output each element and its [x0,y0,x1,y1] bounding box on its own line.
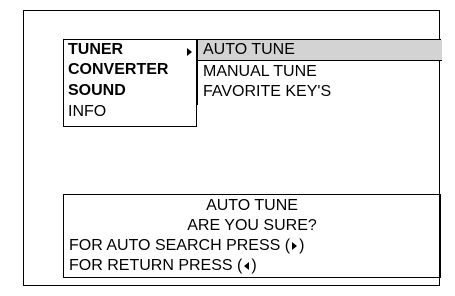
menu-item-label: CONVERTER [68,61,169,78]
submenu-item-manual-tune[interactable]: MANUAL TUNE [203,62,317,82]
menu-item-label: SOUND [68,82,126,99]
dialog-title: AUTO TUNE [206,197,298,214]
submenu-item-label: MANUAL TUNE [203,63,317,80]
menu-item-tuner[interactable]: TUNER [68,40,123,60]
auto-search-instruction: FOR AUTO SEARCH PRESS () [69,236,304,256]
submenu-item-auto-tune[interactable]: AUTO TUNE [203,40,295,60]
menu-item-sound[interactable]: SOUND [68,81,126,101]
menu-item-info[interactable]: INFO [68,102,106,122]
submenu-arrow-icon [187,48,192,56]
submenu-item-favorite-keys[interactable]: FAVORITE KEY'S [203,82,331,102]
submenu-item-label: AUTO TUNE [203,41,295,58]
return-instruction: FOR RETURN PRESS () [69,256,257,276]
triangle-right-icon [292,241,298,250]
instruction-text-end: ) [251,257,257,274]
auto-tune-confirm-dialog: AUTO TUNE ARE YOU SURE? FOR AUTO SEARCH … [63,194,441,278]
dialog-question: ARE YOU SURE? [187,217,317,234]
triangle-left-icon [244,261,250,270]
instruction-text: FOR RETURN PRESS ( [69,257,243,274]
instruction-text: FOR AUTO SEARCH PRESS ( [69,237,291,254]
tuner-submenu: AUTO TUNE MANUAL TUNE FAVORITE KEY'S [197,39,442,105]
submenu-item-label: FAVORITE KEY'S [203,83,332,100]
menu-item-label: INFO [68,103,107,120]
menu-item-label: TUNER [68,41,124,58]
main-menu: TUNER CONVERTER SOUND INFO [63,39,197,127]
instruction-text-end: ) [299,237,305,254]
menu-item-converter[interactable]: CONVERTER [68,60,168,80]
